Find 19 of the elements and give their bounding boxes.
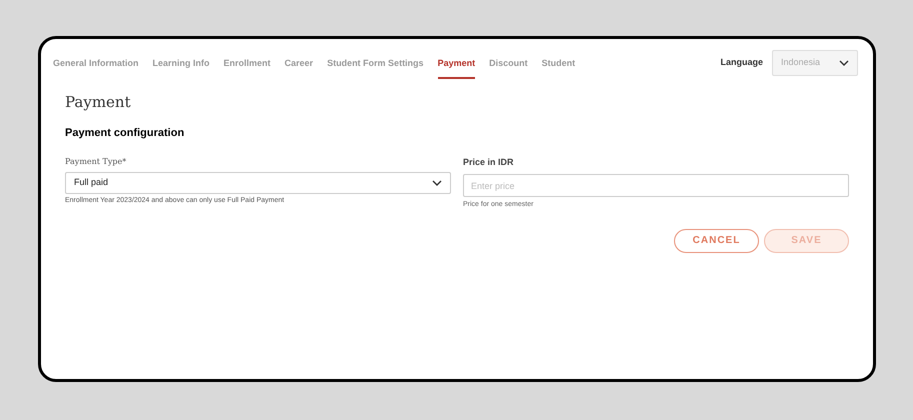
price-input[interactable]: Enter price bbox=[463, 174, 849, 197]
language-select[interactable]: Indonesia bbox=[772, 50, 858, 76]
payment-type-select[interactable]: Full paid bbox=[65, 172, 451, 194]
page-title: Payment bbox=[65, 92, 132, 112]
tab[interactable]: Career bbox=[284, 57, 314, 78]
tab[interactable]: Learning Info bbox=[152, 57, 210, 78]
section-title: Payment configuration bbox=[65, 126, 186, 141]
chevron-down-icon bbox=[839, 60, 849, 66]
tab[interactable]: General Information bbox=[53, 57, 139, 78]
tab[interactable]: Enrollment bbox=[224, 57, 271, 78]
tab[interactable]: Discount bbox=[489, 57, 528, 78]
field-label: Price in IDR bbox=[463, 156, 515, 168]
chevron-down-icon bbox=[432, 180, 442, 186]
language-label: Language bbox=[720, 56, 763, 70]
tab[interactable]: Student Form Settings bbox=[327, 57, 424, 78]
cancel-button[interactable]: CANCEL bbox=[674, 228, 759, 252]
field-label: Payment Type* bbox=[65, 156, 128, 168]
tab[interactable]: Payment bbox=[438, 57, 476, 78]
tab[interactable]: Student bbox=[542, 57, 576, 78]
